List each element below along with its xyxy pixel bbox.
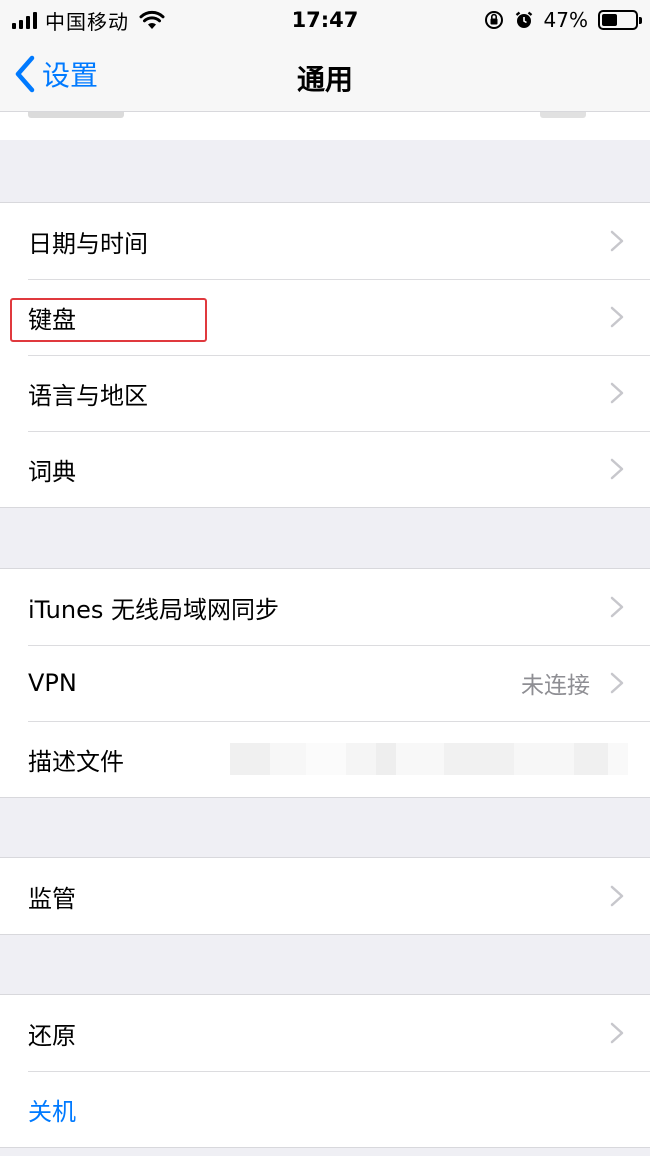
- row-vpn[interactable]: VPN 未连接: [0, 645, 650, 721]
- settings-group-input: 日期与时间 键盘 语言与地区 词典: [0, 202, 650, 508]
- scrolled-row-detail-fragment: [540, 112, 586, 118]
- row-reset[interactable]: 还原: [0, 995, 650, 1071]
- alarm-icon: [515, 11, 532, 28]
- row-keyboard[interactable]: 键盘: [0, 279, 650, 355]
- chevron-right-icon: [610, 382, 624, 404]
- status-right: 47%: [484, 6, 642, 34]
- row-label: 日期与时间: [28, 229, 148, 258]
- page-title: 通用: [296, 63, 353, 96]
- chevron-right-icon: [610, 458, 624, 480]
- chevron-right-icon: [610, 1022, 624, 1044]
- row-supervision[interactable]: 监管: [0, 858, 650, 934]
- row-label: 语言与地区: [28, 381, 148, 410]
- settings-group-reset: 还原 关机: [0, 994, 650, 1148]
- chevron-right-icon: [610, 596, 624, 618]
- row-label: 还原: [28, 1021, 76, 1050]
- row-label: 键盘: [28, 305, 76, 334]
- settings-group-connections: iTunes 无线局域网同步 VPN 未连接 描述文件: [0, 568, 650, 798]
- battery-level-fill: [602, 14, 618, 26]
- row-label: 监管: [28, 884, 76, 913]
- row-label: 描述文件: [28, 747, 124, 776]
- row-label: iTunes 无线局域网同步: [28, 595, 280, 624]
- row-label: 词典: [28, 457, 76, 486]
- status-bar: 中国移动 17:47 47%: [0, 0, 650, 40]
- settings-group-supervision: 监管: [0, 857, 650, 935]
- chevron-right-icon: [610, 306, 624, 328]
- vpn-status: 未连接: [521, 673, 590, 699]
- chevron-right-icon: [610, 230, 624, 252]
- battery-percent: 47%: [543, 8, 588, 32]
- chevron-right-icon: [610, 672, 624, 694]
- orientation-lock-icon: [484, 11, 503, 29]
- shut-down-button[interactable]: 关机: [0, 1071, 650, 1147]
- row-dictionary[interactable]: 词典: [0, 431, 650, 507]
- scrolled-row-partial: [0, 112, 650, 140]
- row-label: 关机: [28, 1097, 76, 1126]
- redacted-profile-detail: [230, 743, 628, 775]
- navigation-bar: 设置 通用: [0, 40, 650, 112]
- row-profiles[interactable]: 描述文件: [0, 721, 650, 797]
- row-language-region[interactable]: 语言与地区: [0, 355, 650, 431]
- scrolled-row-label-fragment: [28, 112, 124, 118]
- row-itunes-wifi-sync[interactable]: iTunes 无线局域网同步: [0, 569, 650, 645]
- battery-icon: [598, 10, 642, 30]
- row-label: VPN: [28, 669, 77, 697]
- chevron-right-icon: [610, 885, 624, 907]
- row-date-time[interactable]: 日期与时间: [0, 203, 650, 279]
